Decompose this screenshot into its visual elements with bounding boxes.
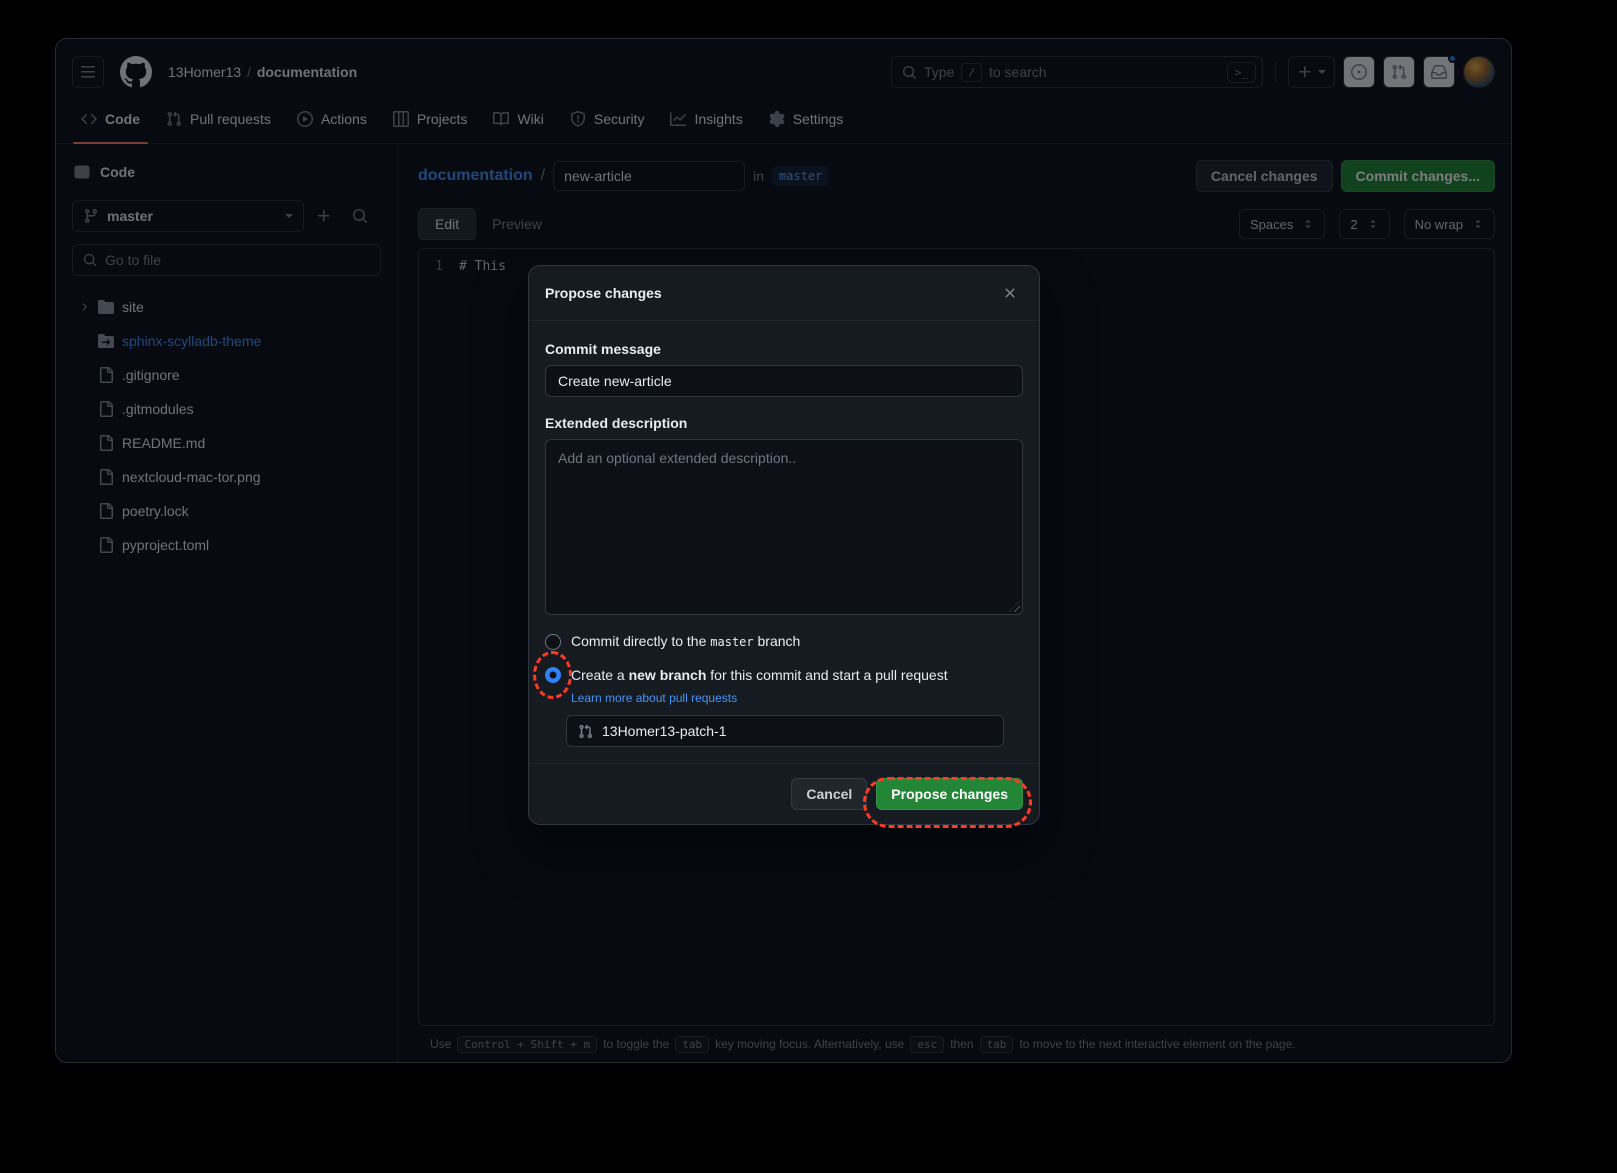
learn-more-link[interactable]: Learn more about pull requests [571,691,737,705]
new-branch-bold: new branch [629,667,707,683]
radio-create-branch[interactable] [545,667,561,683]
commit-message-input[interactable] [545,365,1023,397]
radio-commit-direct-row: Commit directly to the master branch [545,631,1023,652]
radio-commit-direct-label: Commit directly to the master branch [571,631,800,652]
extended-description-textarea[interactable] [545,439,1023,615]
commit-message-label: Commit message [545,341,1023,357]
new-branch-name-input[interactable] [602,723,992,739]
extended-description-label: Extended description [545,415,1023,431]
propose-changes-button[interactable]: Propose changes [876,778,1023,810]
new-branch-name-field[interactable] [566,715,1004,747]
git-pull-request-icon [578,724,593,739]
radio-create-branch-label: Create a new branch for this commit and … [571,665,948,685]
close-icon [1002,285,1018,301]
close-button[interactable] [997,280,1023,306]
propose-changes-dialog: Propose changes Commit message Extended … [528,265,1040,825]
radio-commit-direct[interactable] [545,634,561,650]
branch-name-inline: master [710,635,753,649]
cancel-button[interactable]: Cancel [791,778,867,810]
dialog-title: Propose changes [545,285,662,301]
radio-create-branch-row: Create a new branch for this commit and … [545,665,1023,685]
